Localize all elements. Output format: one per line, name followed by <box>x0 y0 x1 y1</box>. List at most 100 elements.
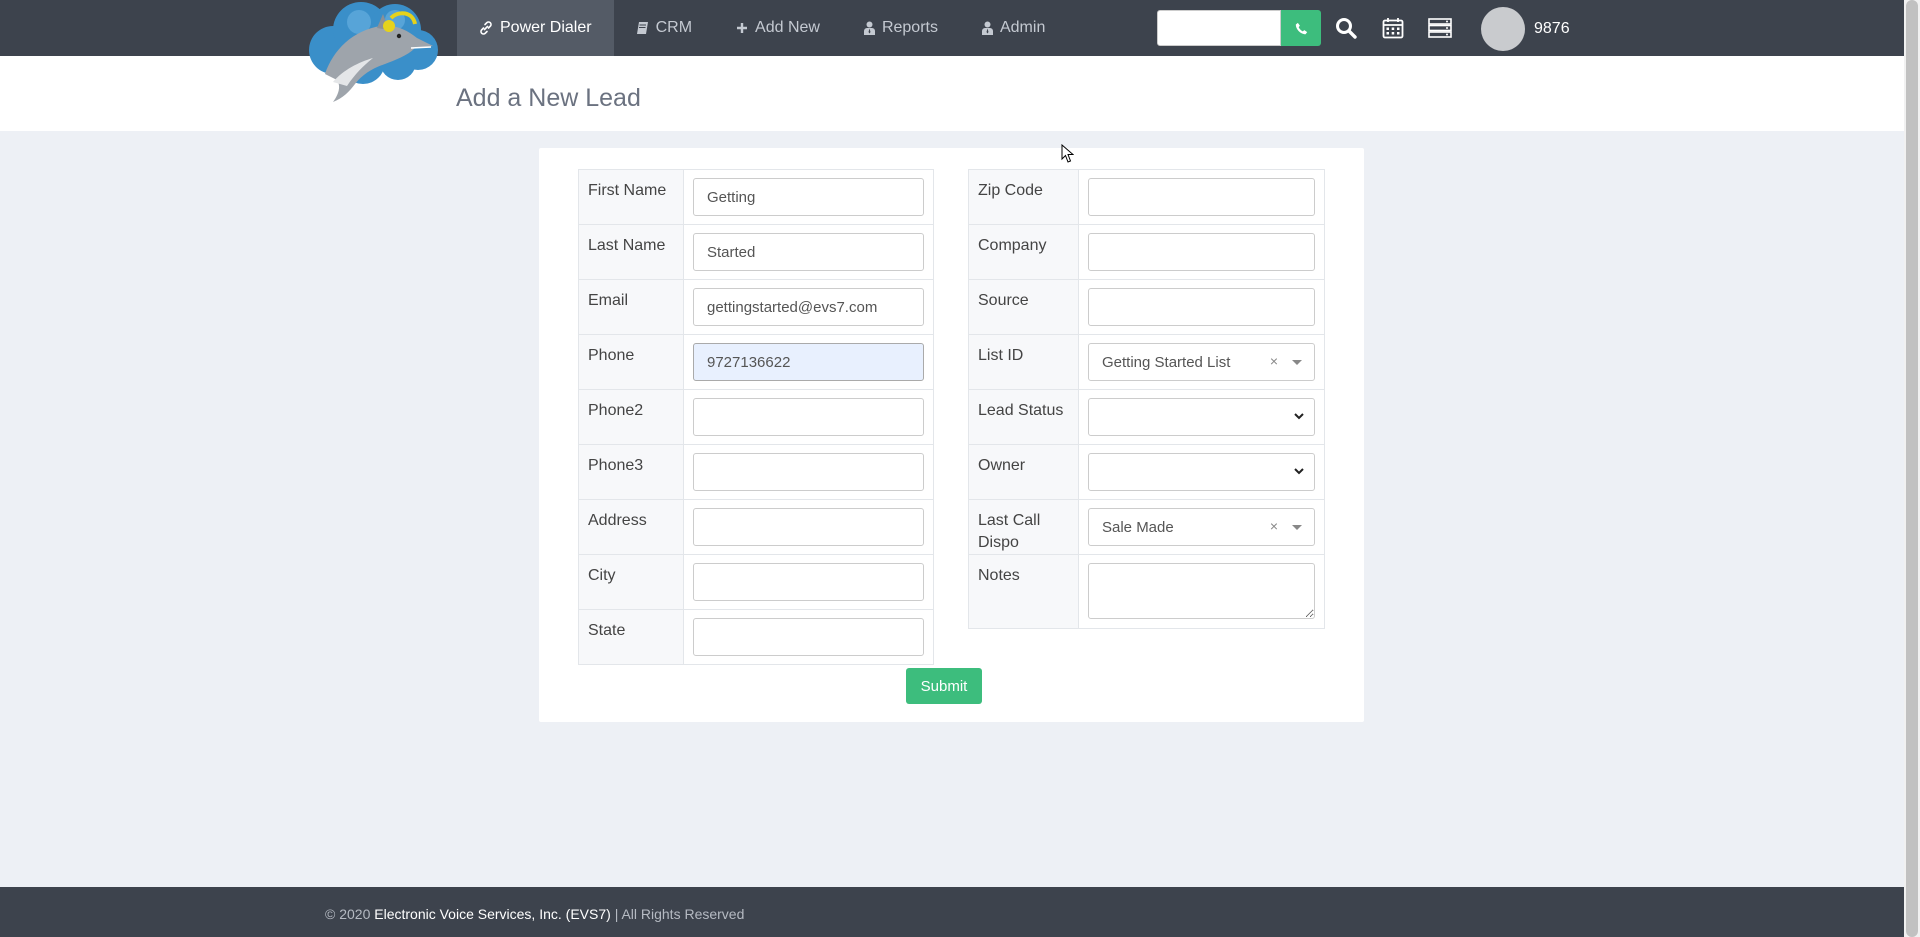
form-row-address: Address <box>578 499 934 555</box>
user-avatar[interactable] <box>1481 7 1525 51</box>
city-label: City <box>578 554 684 610</box>
list-id-select[interactable]: Getting Started List × <box>1088 343 1315 381</box>
zip-label: Zip Code <box>968 169 1079 225</box>
calendar-button[interactable] <box>1380 15 1406 41</box>
copyright-suffix: | All Rights Reserved <box>614 906 745 922</box>
user-tie-icon <box>981 21 993 35</box>
server-list-button[interactable] <box>1427 15 1453 41</box>
phone3-input[interactable] <box>693 453 924 491</box>
dial-call-button[interactable] <box>1281 10 1321 46</box>
list-id-label: List ID <box>968 334 1079 390</box>
address-input[interactable] <box>693 508 924 546</box>
last-call-dispo-select[interactable]: Sale Made × <box>1088 508 1315 546</box>
state-label: State <box>578 609 684 665</box>
chevron-down-icon <box>1294 413 1304 420</box>
chevron-down-icon <box>1294 468 1304 475</box>
dial-number-input[interactable] <box>1157 10 1281 46</box>
first-name-input[interactable] <box>693 178 924 216</box>
submit-button[interactable]: Submit <box>906 668 982 704</box>
app-logo[interactable] <box>303 0 443 104</box>
phone-input[interactable] <box>693 343 924 381</box>
lead-status-select[interactable] <box>1088 398 1315 436</box>
last-call-dispo-value: Sale Made <box>1102 519 1174 536</box>
notes-textarea[interactable] <box>1088 563 1315 619</box>
phone-label: Phone <box>578 334 684 390</box>
caret-down-icon <box>1292 525 1302 530</box>
top-navbar: Power Dialer CRM Add New Reports Admin 9… <box>0 0 1904 56</box>
phone-icon <box>1295 22 1307 34</box>
form-row-last-call-dispo: Last Call Dispo Sale Made × <box>968 499 1325 555</box>
list-id-value: Getting Started List <box>1102 354 1231 371</box>
form-row-zip: Zip Code <box>968 169 1325 225</box>
form-row-lead-status: Lead Status <box>968 389 1325 445</box>
user-tie-icon <box>863 21 875 35</box>
form-row-phone2: Phone2 <box>578 389 934 445</box>
company-input[interactable] <box>1088 233 1315 271</box>
last-call-dispo-label: Last Call Dispo <box>968 499 1079 555</box>
nav-admin[interactable]: Admin <box>960 0 1067 56</box>
company-label: Company <box>968 224 1079 280</box>
calendar-icon <box>1382 18 1404 39</box>
company-name: Electronic Voice Services, Inc. (EVS7) <box>374 906 611 922</box>
copyright-prefix: © 2020 <box>325 906 371 922</box>
list-id-clear-icon[interactable]: × <box>1270 353 1278 369</box>
form-row-city: City <box>578 554 934 610</box>
owner-label: Owner <box>968 444 1079 500</box>
form-row-state: State <box>578 609 934 665</box>
add-lead-card: First Name Last Name Email Phone Phone2 … <box>539 148 1364 722</box>
nav-add-new[interactable]: Add New <box>714 0 842 56</box>
link-icon <box>480 21 492 35</box>
nav-label: Power Dialer <box>500 19 592 36</box>
search-button[interactable] <box>1333 15 1359 41</box>
nav-label: Add New <box>755 19 820 36</box>
first-name-label: First Name <box>578 169 684 225</box>
zip-input[interactable] <box>1088 178 1315 216</box>
source-input[interactable] <box>1088 288 1315 326</box>
form-row-first-name: First Name <box>578 169 934 225</box>
lead-status-label: Lead Status <box>968 389 1079 445</box>
last-name-label: Last Name <box>578 224 684 280</box>
mouse-cursor-icon <box>1061 144 1074 163</box>
state-input[interactable] <box>693 618 924 656</box>
scrollbar-thumb[interactable] <box>1906 0 1918 937</box>
plus-icon <box>737 23 748 33</box>
dolphin-logo-icon <box>309 2 438 103</box>
lead-details-table: Zip Code Company Source List ID Getting … <box>968 169 1325 629</box>
last-name-input[interactable] <box>693 233 924 271</box>
form-row-last-name: Last Name <box>578 224 934 280</box>
form-row-owner: Owner <box>968 444 1325 500</box>
book-icon <box>636 22 648 34</box>
form-row-email: Email <box>578 279 934 335</box>
page-footer: © 2020 Electronic Voice Services, Inc. (… <box>0 887 1904 937</box>
form-row-company: Company <box>968 224 1325 280</box>
notes-label: Notes <box>968 554 1079 629</box>
nav-label: Admin <box>999 19 1046 36</box>
page-title: Add a New Lead <box>456 84 641 112</box>
phone2-label: Phone2 <box>578 389 684 445</box>
form-row-source: Source <box>968 279 1325 335</box>
last-call-dispo-clear-icon[interactable]: × <box>1270 518 1278 534</box>
page-header: Add a New Lead <box>0 56 1904 131</box>
server-list-icon <box>1428 18 1452 38</box>
copyright-text: © 2020 Electronic Voice Services, Inc. (… <box>325 906 744 922</box>
owner-select[interactable] <box>1088 453 1315 491</box>
phone3-label: Phone3 <box>578 444 684 500</box>
phone2-input[interactable] <box>693 398 924 436</box>
nav-label: CRM <box>655 19 693 36</box>
address-label: Address <box>578 499 684 555</box>
form-row-list-id: List ID Getting Started List × <box>968 334 1325 390</box>
nav-reports[interactable]: Reports <box>842 0 960 56</box>
search-icon <box>1336 18 1357 39</box>
user-extension: 9876 <box>1534 20 1570 37</box>
lead-contact-table: First Name Last Name Email Phone Phone2 … <box>578 169 934 665</box>
nav-power-dialer[interactable]: Power Dialer <box>457 0 614 56</box>
source-label: Source <box>968 279 1079 335</box>
form-row-notes: Notes <box>968 554 1325 629</box>
email-input[interactable] <box>693 288 924 326</box>
caret-down-icon <box>1292 360 1302 365</box>
city-input[interactable] <box>693 563 924 601</box>
nav-crm[interactable]: CRM <box>614 0 714 56</box>
form-row-phone3: Phone3 <box>578 444 934 500</box>
nav-label: Reports <box>881 19 938 36</box>
form-row-phone: Phone <box>578 334 934 390</box>
